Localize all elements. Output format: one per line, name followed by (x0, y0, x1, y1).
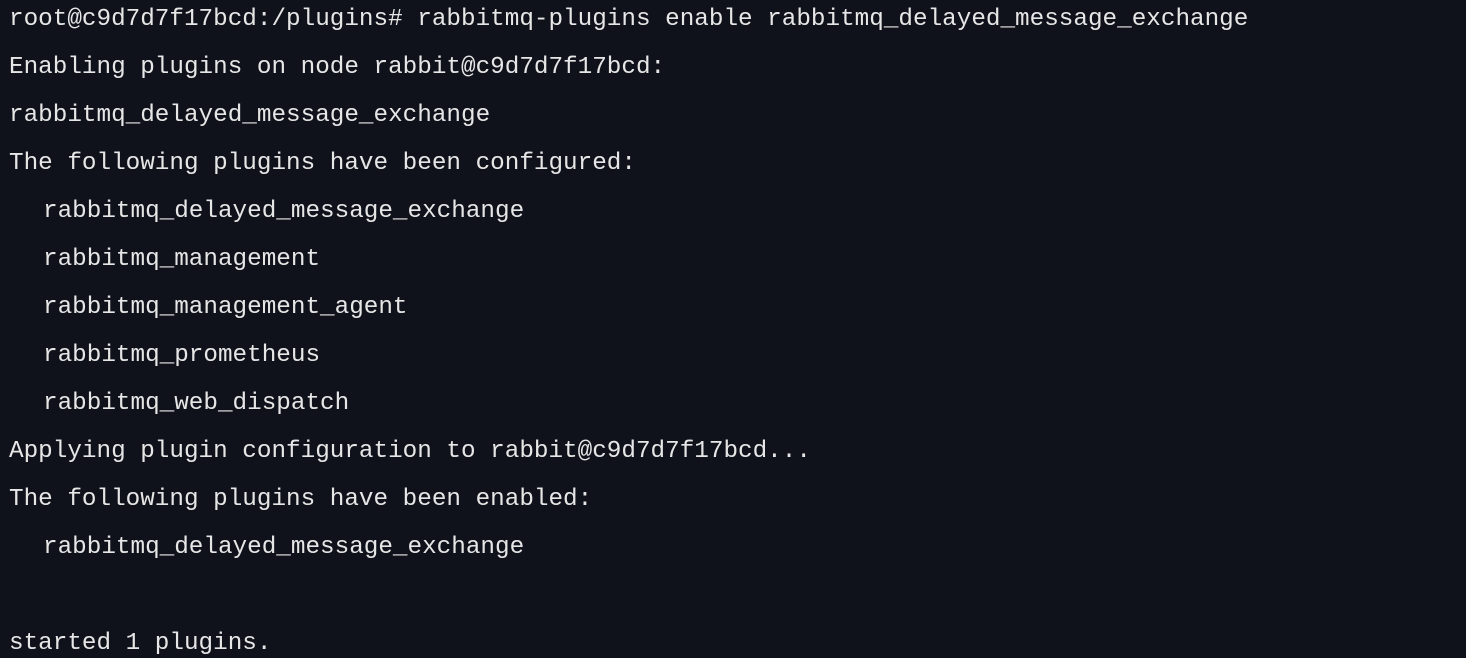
plugin-list-item: rabbitmq_web_dispatch (43, 390, 350, 417)
output-line: Applying plugin configuration to rabbit@… (9, 438, 811, 465)
plugin-list-item: rabbitmq_management_agent (43, 294, 408, 321)
output-line: rabbitmq_delayed_message_exchange (9, 102, 491, 129)
output-line: Enabling plugins on node rabbit@c9d7d7f1… (9, 54, 666, 81)
output-line: started 1 plugins. (9, 630, 272, 657)
plugin-list-item: rabbitmq_delayed_message_exchange (43, 534, 525, 561)
plugin-list-item: rabbitmq_management (43, 246, 321, 273)
output-line: The following plugins have been configur… (9, 150, 636, 177)
plugin-list-item: rabbitmq_delayed_message_exchange (43, 198, 525, 225)
command-line: root@c9d7d7f17bcd:/plugins# rabbitmq-plu… (9, 6, 1249, 33)
terminal-output[interactable]: root@c9d7d7f17bcd:/plugins# rabbitmq-plu… (0, 0, 1466, 658)
output-line: The following plugins have been enabled: (9, 486, 593, 513)
plugin-list-item: rabbitmq_prometheus (43, 342, 321, 369)
